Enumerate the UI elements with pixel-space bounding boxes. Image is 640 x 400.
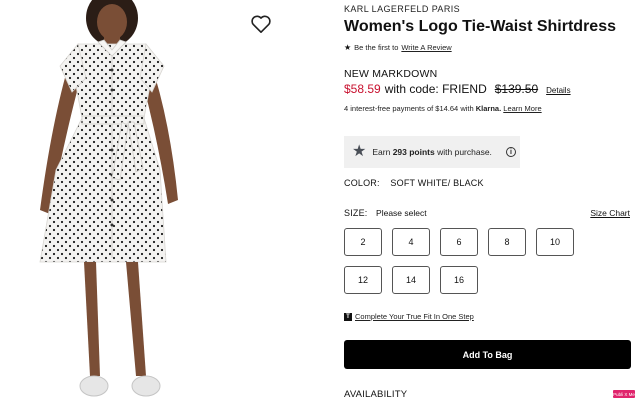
product-image-area bbox=[0, 0, 290, 400]
size-option-2[interactable]: 2 bbox=[344, 228, 382, 256]
true-fit-link[interactable]: Complete Your True Fit In One Step bbox=[355, 312, 474, 321]
write-review-link[interactable]: Write A Review bbox=[401, 43, 451, 52]
corner-badge[interactable]: Publi X Me bbox=[613, 390, 635, 398]
klarna-text: 4 interest-free payments of $14.64 with bbox=[344, 104, 474, 113]
review-row: ★ Be the first to Write A Review bbox=[344, 43, 452, 52]
color-label: COLOR: bbox=[344, 178, 380, 188]
product-details: KARL LAGERFELD PARIS Women's Logo Tie-Wa… bbox=[344, 0, 632, 400]
color-row: COLOR: SOFT WHITE/ BLACK bbox=[344, 178, 484, 188]
size-row: SIZE: Please select Size Chart bbox=[344, 208, 632, 218]
size-option-16[interactable]: 16 bbox=[440, 266, 478, 294]
size-label: SIZE: bbox=[344, 208, 368, 218]
product-title: Women's Logo Tie-Waist Shirtdress bbox=[344, 18, 616, 35]
size-prompt: Please select bbox=[376, 208, 427, 218]
brand-name[interactable]: KARL LAGERFELD PARIS bbox=[344, 4, 460, 14]
size-option-6[interactable]: 6 bbox=[440, 228, 478, 256]
true-fit-row: T Complete Your True Fit In One Step bbox=[344, 312, 474, 321]
size-option-12[interactable]: 12 bbox=[344, 266, 382, 294]
klarna-learn-more-link[interactable]: Learn More bbox=[503, 104, 541, 113]
truefit-icon: T bbox=[344, 312, 352, 321]
availability-heading: AVAILABILITY bbox=[344, 389, 408, 400]
points-text: Earn 293 points with purchase. bbox=[372, 147, 492, 157]
size-option-8[interactable]: 8 bbox=[488, 228, 526, 256]
size-option-4[interactable]: 4 bbox=[392, 228, 430, 256]
klarna-logo: Klarna. bbox=[475, 104, 502, 113]
klarna-row: 4 interest-free payments of $14.64 with … bbox=[344, 104, 542, 113]
original-price: $139.50 bbox=[494, 82, 539, 96]
points-suffix: with purchase. bbox=[437, 147, 492, 157]
price-row: $58.59 with code: FRIEND $139.50 Details bbox=[344, 82, 571, 96]
star-icon: ★ bbox=[352, 143, 367, 160]
size-option-10[interactable]: 10 bbox=[536, 228, 574, 256]
info-icon[interactable]: i bbox=[505, 147, 516, 157]
color-value: SOFT WHITE/ BLACK bbox=[390, 178, 484, 188]
sale-price: $58.59 bbox=[344, 82, 381, 96]
product-photo[interactable] bbox=[0, 0, 260, 400]
size-option-14[interactable]: 14 bbox=[392, 266, 430, 294]
price-details-link[interactable]: Details bbox=[546, 86, 570, 95]
points-amount: 293 points bbox=[392, 147, 435, 157]
promo-code-text: with code: FRIEND bbox=[384, 82, 487, 96]
review-prefix: Be the first to bbox=[354, 43, 399, 52]
markdown-label: NEW MARKDOWN bbox=[344, 68, 438, 80]
heart-icon[interactable] bbox=[250, 14, 272, 34]
size-chart-link[interactable]: Size Chart bbox=[590, 208, 630, 218]
points-banner: ★ Earn 293 points with purchase. i bbox=[344, 136, 520, 168]
star-icon: ★ bbox=[344, 43, 352, 52]
points-prefix: Earn bbox=[372, 147, 391, 157]
add-to-bag-button[interactable]: Add To Bag bbox=[344, 340, 631, 369]
